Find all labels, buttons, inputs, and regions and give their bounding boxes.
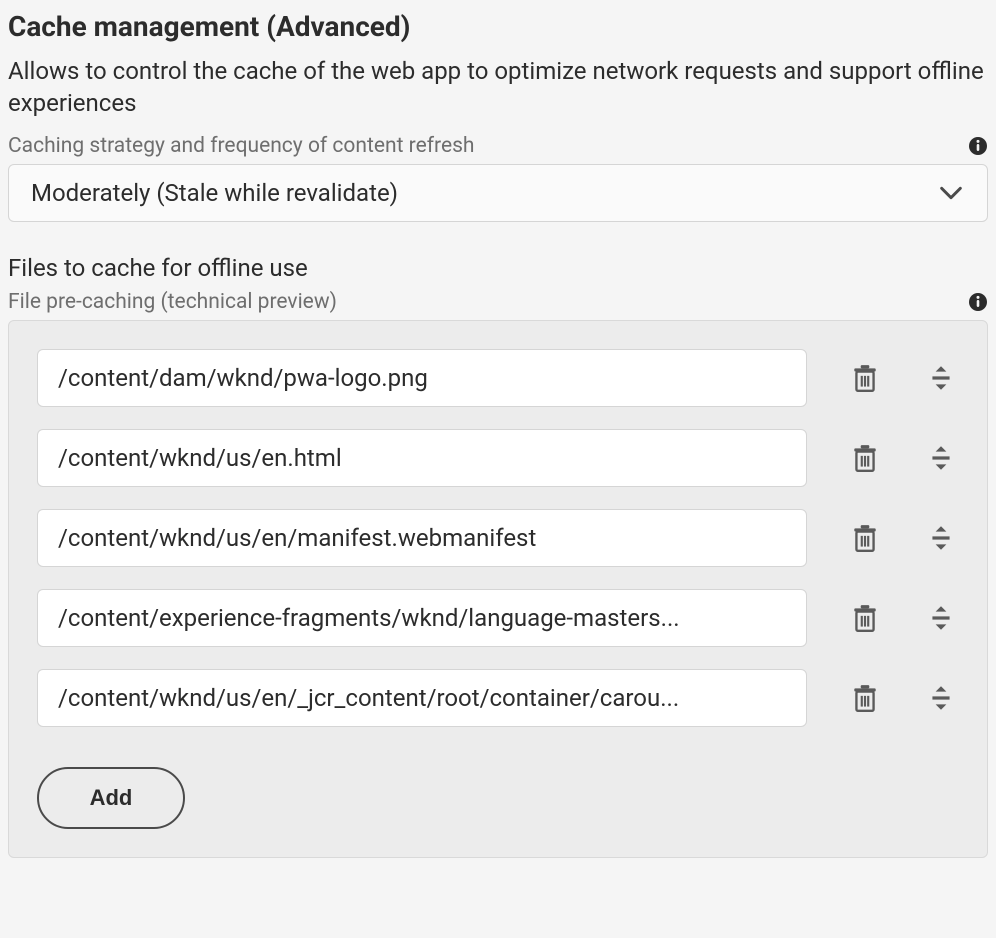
- precache-file-row: [37, 509, 959, 567]
- delete-button[interactable]: [847, 440, 883, 476]
- reorder-button[interactable]: [923, 440, 959, 476]
- add-button[interactable]: Add: [37, 767, 185, 829]
- trash-icon: [850, 603, 880, 633]
- strategy-select[interactable]: Moderately (Stale while revalidate): [8, 164, 988, 222]
- reorder-button[interactable]: [923, 600, 959, 636]
- trash-icon: [850, 443, 880, 473]
- trash-icon: [850, 523, 880, 553]
- strategy-label-row: Caching strategy and frequency of conten…: [8, 134, 988, 158]
- trash-icon: [850, 363, 880, 393]
- reorder-button[interactable]: [923, 520, 959, 556]
- precache-file-input[interactable]: [37, 429, 807, 487]
- precache-file-row: [37, 349, 959, 407]
- trash-icon: [850, 683, 880, 713]
- info-icon[interactable]: [968, 136, 988, 156]
- info-icon[interactable]: [968, 292, 988, 312]
- reorder-icon: [926, 363, 956, 393]
- reorder-icon: [926, 683, 956, 713]
- delete-button[interactable]: [847, 600, 883, 636]
- reorder-button[interactable]: [923, 360, 959, 396]
- section-title: Cache management (Advanced): [8, 10, 988, 43]
- precache-file-input[interactable]: [37, 349, 807, 407]
- precache-file-list: Add: [8, 320, 988, 858]
- files-subtitle: Files to cache for offline use: [8, 254, 988, 282]
- precache-file-row: [37, 669, 959, 727]
- delete-button[interactable]: [847, 520, 883, 556]
- section-description: Allows to control the cache of the web a…: [8, 55, 988, 120]
- precache-file-row: [37, 429, 959, 487]
- precache-file-input[interactable]: [37, 589, 807, 647]
- reorder-icon: [926, 443, 956, 473]
- strategy-selected-value: Moderately (Stale while revalidate): [31, 179, 398, 207]
- reorder-button[interactable]: [923, 680, 959, 716]
- chevron-down-icon: [937, 179, 965, 207]
- reorder-icon: [926, 523, 956, 553]
- delete-button[interactable]: [847, 680, 883, 716]
- reorder-icon: [926, 603, 956, 633]
- precache-label-row: File pre-caching (technical preview): [8, 290, 988, 314]
- precache-label: File pre-caching (technical preview): [8, 290, 337, 314]
- precache-file-input[interactable]: [37, 669, 807, 727]
- strategy-label: Caching strategy and frequency of conten…: [8, 134, 475, 158]
- precache-file-input[interactable]: [37, 509, 807, 567]
- precache-file-row: [37, 589, 959, 647]
- cache-management-panel: Cache management (Advanced) Allows to co…: [0, 0, 996, 866]
- delete-button[interactable]: [847, 360, 883, 396]
